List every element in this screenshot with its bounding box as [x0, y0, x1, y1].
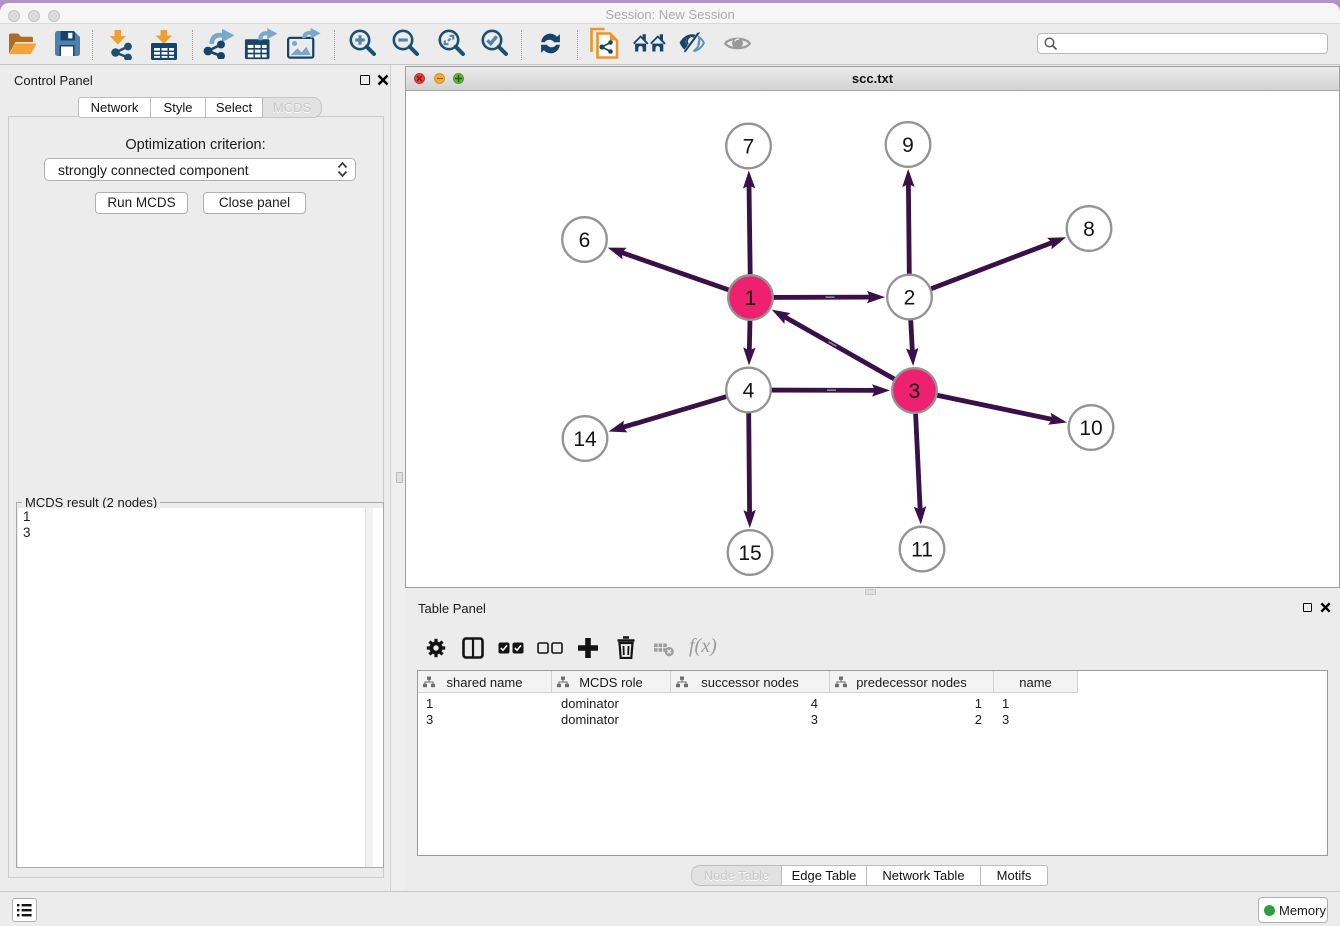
svg-text:10: 10 — [1079, 417, 1102, 440]
svg-text:4: 4 — [743, 379, 755, 402]
svg-text:7: 7 — [743, 135, 755, 158]
svg-text:15: 15 — [738, 542, 761, 565]
svg-text:14: 14 — [573, 428, 597, 451]
svg-text:8: 8 — [1083, 218, 1095, 241]
svg-text:9: 9 — [902, 134, 914, 157]
svg-text:3: 3 — [909, 380, 921, 403]
svg-text:1: 1 — [745, 287, 757, 310]
svg-text:2: 2 — [904, 286, 916, 309]
svg-text:6: 6 — [579, 229, 591, 252]
svg-text:11: 11 — [911, 538, 933, 561]
